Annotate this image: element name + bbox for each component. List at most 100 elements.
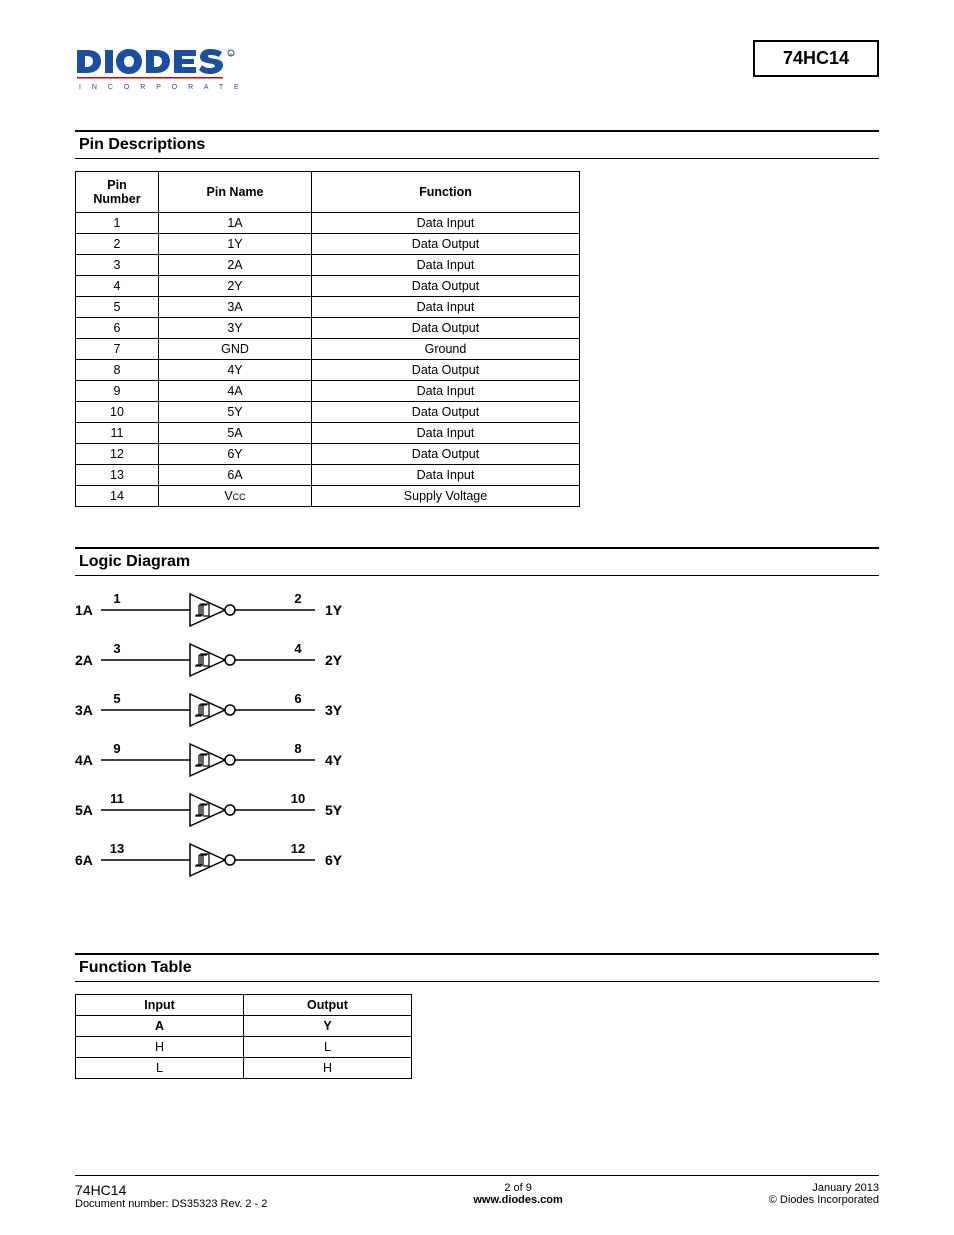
section-title-pin-descriptions: Pin Descriptions [75, 130, 879, 159]
logic-diagram: 1A121Y2A342Y3A563Y4A984Y5A11105Y6A13126Y [75, 588, 879, 903]
cell-pinname: 6Y [159, 444, 312, 465]
cell-function: Ground [312, 339, 580, 360]
svg-text:6Y: 6Y [325, 852, 343, 868]
th-pin-name: Pin Name [159, 172, 312, 213]
cell-pinname: 2A [159, 255, 312, 276]
cell-function: Data Output [312, 318, 580, 339]
cell-pinnum: 11 [76, 423, 159, 444]
cell-function: Data Output [312, 360, 580, 381]
function-table: Input Output A Y HLLH [75, 994, 412, 1079]
table-row: 7GNDGround [76, 339, 580, 360]
cell-pinnum: 10 [76, 402, 159, 423]
subheader-output: Y [244, 1016, 412, 1037]
svg-text:2A: 2A [75, 652, 93, 668]
cell-pinname: VCC [159, 486, 312, 507]
cell-pinname: 6A [159, 465, 312, 486]
svg-text:9: 9 [113, 741, 120, 756]
cell-pinnum: 1 [76, 213, 159, 234]
cell-pinnum: 12 [76, 444, 159, 465]
cell-pinname: 5Y [159, 402, 312, 423]
cell-function: Supply Voltage [312, 486, 580, 507]
cell-input: H [76, 1037, 244, 1058]
svg-text:R: R [230, 52, 233, 57]
cell-function: Data Input [312, 213, 580, 234]
cell-pinname: 1A [159, 213, 312, 234]
cell-pinname: 4Y [159, 360, 312, 381]
table-row: 136AData Input [76, 465, 580, 486]
footer-center: 2 of 9 www.diodes.com [473, 1182, 562, 1210]
table-row: 11AData Input [76, 213, 580, 234]
cell-pinnum: 7 [76, 339, 159, 360]
table-row: 53AData Input [76, 297, 580, 318]
part-number: 74HC14 [783, 48, 849, 68]
svg-text:3: 3 [113, 641, 120, 656]
pin-descriptions-table: PinNumber Pin Name Function 11AData Inpu… [75, 171, 580, 507]
footer-url: www.diodes.com [473, 1194, 562, 1206]
svg-text:2Y: 2Y [325, 652, 343, 668]
cell-function: Data Input [312, 297, 580, 318]
cell-pinnum: 6 [76, 318, 159, 339]
table-row: 63YData Output [76, 318, 580, 339]
table-row: 14VCCSupply Voltage [76, 486, 580, 507]
cell-pinnum: 3 [76, 255, 159, 276]
cell-function: Data Input [312, 255, 580, 276]
cell-function: Data Input [312, 465, 580, 486]
footer-part: 74HC14 [75, 1182, 126, 1198]
table-row: 42YData Output [76, 276, 580, 297]
cell-output: L [244, 1037, 412, 1058]
table-row: 84YData Output [76, 360, 580, 381]
svg-text:4: 4 [294, 641, 302, 656]
table-row: LH [76, 1058, 412, 1079]
cell-pinnum: 5 [76, 297, 159, 318]
table-row: 126YData Output [76, 444, 580, 465]
svg-text:4A: 4A [75, 752, 93, 768]
footer: 74HC14 Document number: DS35323 Rev. 2 -… [75, 1175, 879, 1210]
company-logo: R I N C O R P O R A T E D [75, 45, 240, 100]
cell-function: Data Output [312, 444, 580, 465]
table-row: 105YData Output [76, 402, 580, 423]
svg-text:6: 6 [294, 691, 301, 706]
svg-text:11: 11 [110, 791, 124, 806]
cell-function: Data Output [312, 402, 580, 423]
cell-input: L [76, 1058, 244, 1079]
svg-text:5A: 5A [75, 802, 93, 818]
cell-function: Data Input [312, 381, 580, 402]
footer-left: 74HC14 Document number: DS35323 Rev. 2 -… [75, 1182, 267, 1210]
cell-pinnum: 14 [76, 486, 159, 507]
section-title-function-table: Function Table [75, 953, 879, 982]
svg-text:6A: 6A [75, 852, 93, 868]
cell-function: Data Input [312, 423, 580, 444]
svg-text:1A: 1A [75, 602, 93, 618]
cell-output: H [244, 1058, 412, 1079]
subheader-input: A [76, 1016, 244, 1037]
svg-text:5Y: 5Y [325, 802, 343, 818]
table-row: 115AData Input [76, 423, 580, 444]
cell-function: Data Output [312, 234, 580, 255]
cell-pinnum: 4 [76, 276, 159, 297]
svg-text:3Y: 3Y [325, 702, 343, 718]
svg-text:1Y: 1Y [325, 602, 343, 618]
cell-pinname: 3A [159, 297, 312, 318]
logo-subtext: I N C O R P O R A T E D [79, 84, 240, 91]
cell-pinnum: 9 [76, 381, 159, 402]
th-input: Input [76, 995, 244, 1016]
section-title-logic-diagram: Logic Diagram [75, 547, 879, 576]
cell-pinnum: 8 [76, 360, 159, 381]
th-pin-number: PinNumber [76, 172, 159, 213]
cell-pinnum: 2 [76, 234, 159, 255]
table-row: 21YData Output [76, 234, 580, 255]
svg-text:12: 12 [291, 841, 305, 856]
svg-text:5: 5 [113, 691, 120, 706]
cell-pinname: 1Y [159, 234, 312, 255]
footer-page: 2 of 9 [504, 1182, 532, 1194]
footer-docnum: Document number: DS35323 Rev. 2 - 2 [75, 1198, 267, 1210]
svg-text:8: 8 [294, 741, 301, 756]
svg-text:13: 13 [110, 841, 124, 856]
header: R I N C O R P O R A T E D 74HC14 [75, 40, 879, 100]
cell-pinname: 5A [159, 423, 312, 444]
footer-copyright: © Diodes Incorporated [769, 1194, 879, 1206]
cell-function: Data Output [312, 276, 580, 297]
svg-text:4Y: 4Y [325, 752, 343, 768]
svg-text:2: 2 [294, 591, 301, 606]
footer-date: January 2013 [812, 1182, 879, 1194]
